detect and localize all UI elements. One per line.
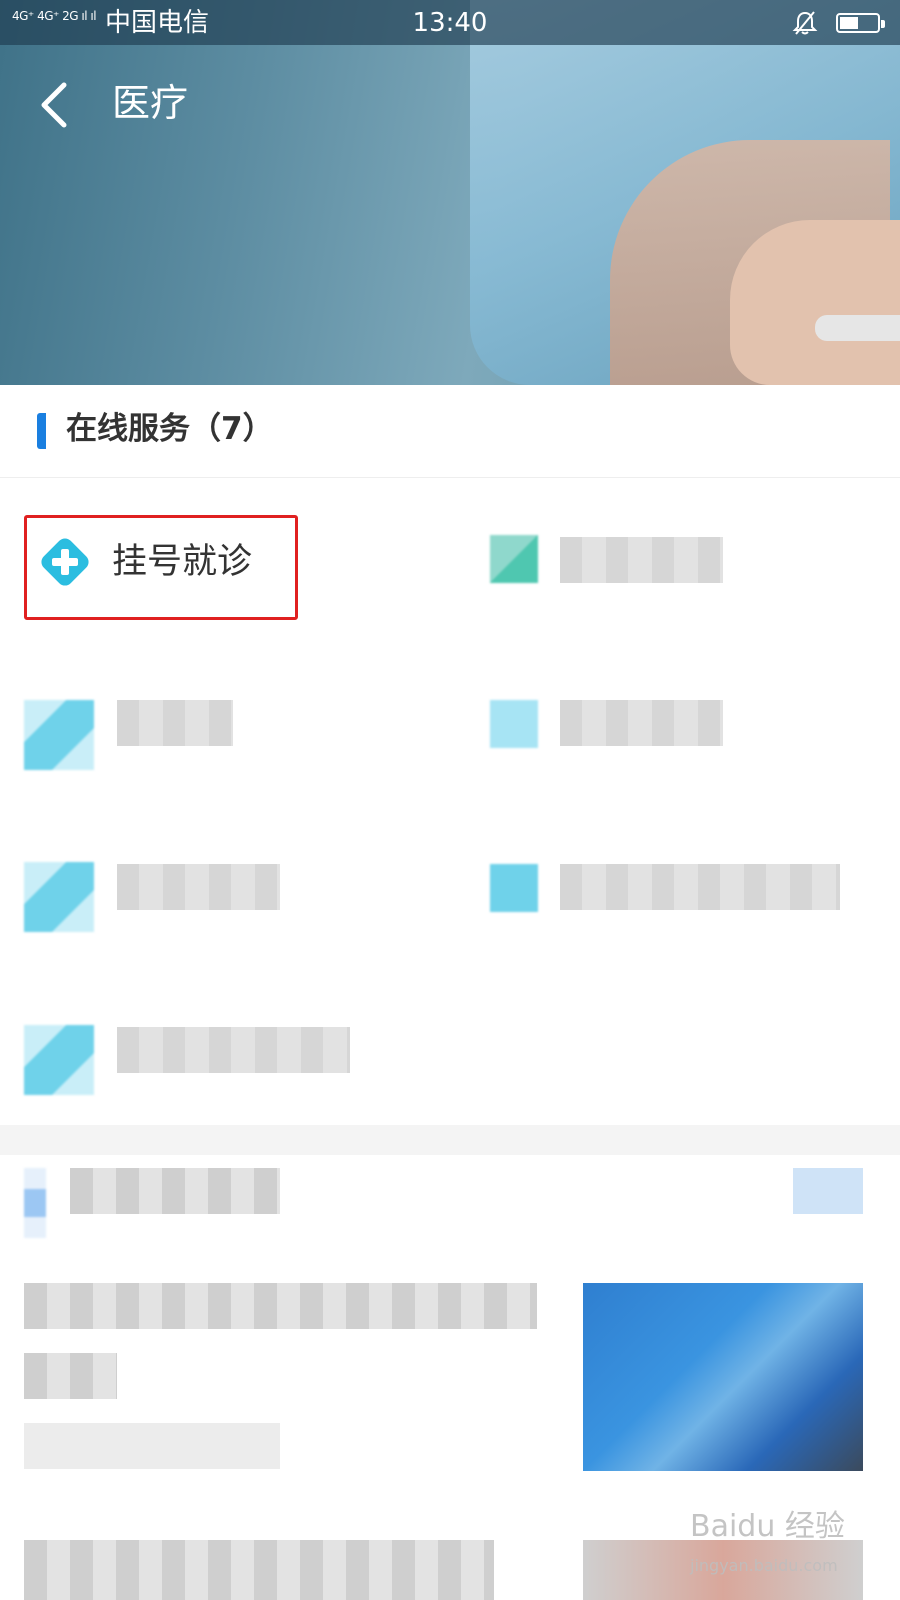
blurred-service-icon[interactable] [24, 862, 94, 932]
battery-icon [836, 13, 885, 33]
back-arrow-icon[interactable] [30, 75, 80, 135]
blurred-service-icon[interactable] [24, 1025, 94, 1095]
blurred-service-label[interactable] [560, 700, 723, 746]
hero-banner [0, 0, 900, 385]
page-title: 医疗 [112, 81, 189, 125]
blurred-news-title-line2[interactable] [24, 1353, 117, 1399]
status-bar: 4G⁺ 4G⁺ 2G ıl ıl 中国电信 13:40 [0, 0, 900, 45]
service-register-label[interactable]: 挂号就诊 [112, 537, 252, 587]
blurred-service-label[interactable] [117, 700, 233, 746]
blurred-service-label[interactable] [560, 537, 723, 583]
section-title: 在线服务（7） [66, 411, 274, 447]
blurred-news-title[interactable] [24, 1540, 494, 1600]
hero-image-phone [815, 315, 900, 341]
blurred-service-icon[interactable] [490, 535, 538, 583]
blurred-service-label[interactable] [560, 864, 840, 910]
status-time: 13:40 [412, 8, 488, 38]
section-header: 在线服务（7） [0, 385, 900, 478]
blurred-section-icon [24, 1168, 46, 1238]
blurred-more-link[interactable] [793, 1168, 863, 1214]
section-divider [0, 1125, 900, 1155]
blurred-service-icon[interactable] [24, 700, 94, 770]
blurred-service-label[interactable] [117, 1027, 350, 1073]
blurred-section-title [70, 1168, 280, 1214]
news-thumbnail-image[interactable] [583, 1283, 863, 1471]
blurred-service-label[interactable] [117, 864, 280, 910]
watermark-url: jingyan.baidu.com [690, 1556, 838, 1575]
section-accent-bar [37, 413, 46, 449]
blurred-service-icon[interactable] [490, 864, 538, 912]
hero-image-hand [730, 220, 900, 385]
medical-cross-icon[interactable] [38, 535, 92, 589]
blurred-news-meta [24, 1423, 280, 1469]
bell-muted-icon [792, 11, 818, 35]
blurred-service-icon[interactable] [490, 700, 538, 748]
watermark-brand: Baidu 经验 [690, 1509, 845, 1544]
blurred-news-title[interactable] [24, 1283, 537, 1329]
